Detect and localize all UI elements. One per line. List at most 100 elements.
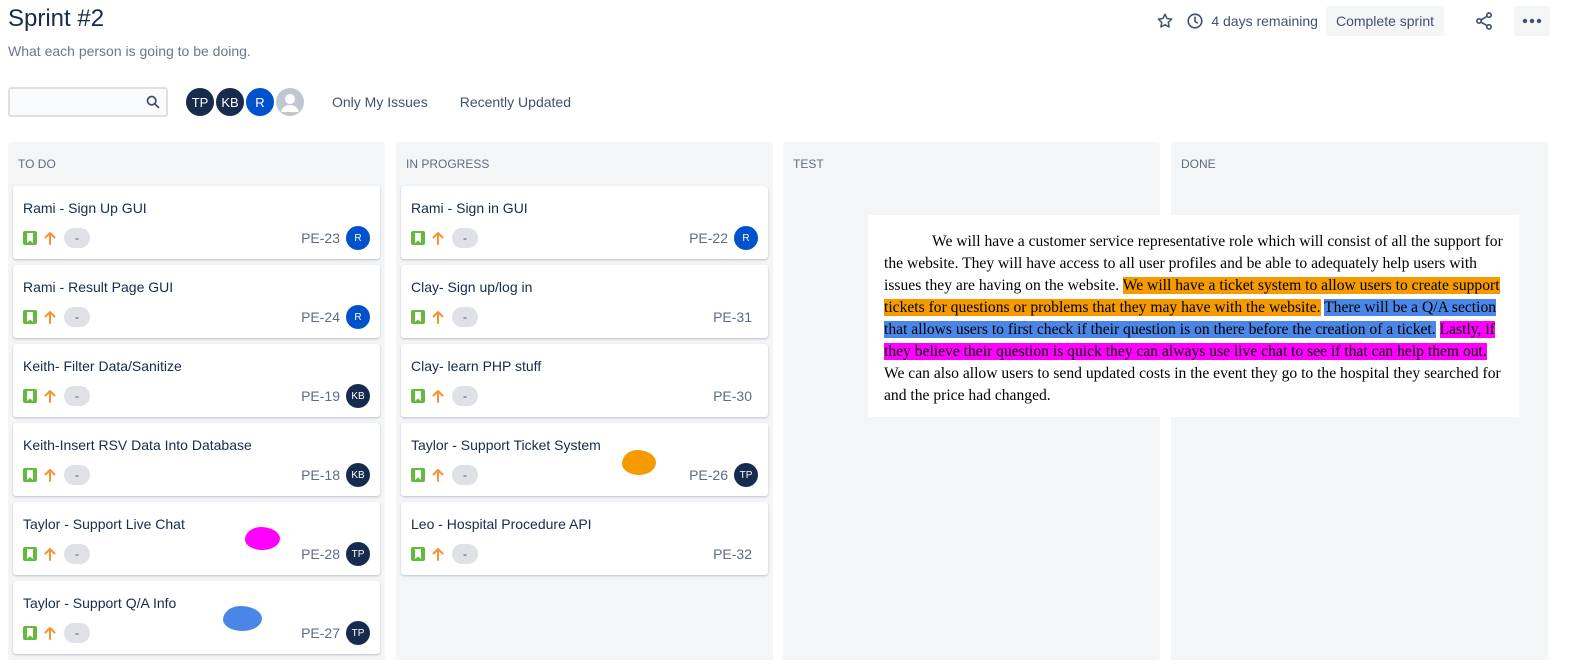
blue-scribble (223, 606, 262, 631)
card-title: Keith- Filter Data/Sanitize (23, 358, 182, 374)
avatar-tp[interactable]: TP (184, 86, 216, 118)
avatar-r[interactable]: R (244, 86, 276, 118)
story-icon (23, 310, 37, 324)
issue-card[interactable]: Clay- learn PHP stuff - PE-30 (401, 344, 768, 417)
story-icon (411, 310, 425, 324)
issue-card[interactable]: Taylor - Support Live Chat - PE-28 TP (13, 502, 380, 575)
column-title: TEST (793, 157, 824, 171)
issue-key[interactable]: PE-28 (301, 546, 340, 562)
column-title: DONE (1181, 157, 1216, 171)
magenta-scribble (245, 527, 280, 550)
story-icon (411, 389, 425, 403)
search-icon[interactable] (146, 95, 160, 109)
estimate-badge: - (452, 228, 478, 248)
card-footer: - PE-24 R (23, 305, 370, 329)
assignee-avatar[interactable]: TP (346, 621, 370, 645)
estimate-badge: - (64, 465, 90, 485)
card-footer: - PE-30 (411, 384, 758, 408)
issue-key[interactable]: PE-31 (713, 309, 752, 325)
star-icon[interactable] (1154, 10, 1176, 32)
orange-scribble (622, 450, 656, 475)
search-box (8, 87, 168, 117)
header-actions: 4 days remaining Complete sprint (1154, 5, 1550, 37)
card-footer: - PE-23 R (23, 226, 370, 250)
page-title: Sprint #2 (8, 5, 105, 32)
complete-sprint-button[interactable]: Complete sprint (1325, 6, 1444, 36)
issue-key[interactable]: PE-32 (713, 546, 752, 562)
page-subtitle: What each person is going to be doing. (8, 43, 251, 59)
issue-key[interactable]: PE-19 (301, 388, 340, 404)
estimate-badge: - (64, 386, 90, 406)
estimate-badge: - (452, 544, 478, 564)
story-icon (411, 468, 425, 482)
priority-high-icon (44, 625, 58, 641)
assignee-avatar[interactable]: R (734, 226, 758, 250)
days-remaining: 4 days remaining (1211, 13, 1318, 29)
card-footer: - PE-31 (411, 305, 758, 329)
estimate-badge: - (452, 307, 478, 327)
story-icon (23, 231, 37, 245)
estimate-badge: - (64, 544, 90, 564)
priority-high-icon (44, 467, 58, 483)
assignee-avatar[interactable]: R (346, 305, 370, 329)
issue-key[interactable]: PE-30 (713, 388, 752, 404)
estimate-badge: - (64, 228, 90, 248)
card-title: Leo - Hospital Procedure API (411, 516, 592, 532)
card-footer: - PE-28 TP (23, 542, 370, 566)
issue-key[interactable]: PE-27 (301, 625, 340, 641)
issue-card[interactable]: Rami - Sign in GUI - PE-22 R (401, 186, 768, 259)
card-title: Taylor - Support Q/A Info (23, 595, 177, 611)
person-icon (281, 94, 299, 112)
issue-card[interactable]: Clay- Sign up/log in - PE-31 (401, 265, 768, 338)
issue-card[interactable]: Taylor - Support Ticket System - PE-26 T… (401, 423, 768, 496)
share-icon[interactable] (1470, 7, 1498, 35)
priority-high-icon (432, 388, 446, 404)
priority-high-icon (432, 467, 446, 483)
issue-card[interactable]: Keith- Filter Data/Sanitize - PE-19 KB (13, 344, 380, 417)
filter-only-my-issues[interactable]: Only My Issues (332, 94, 428, 110)
note-text: We can also allow users to send updated … (884, 365, 1501, 404)
estimate-badge: - (64, 623, 90, 643)
issue-key[interactable]: PE-24 (301, 309, 340, 325)
priority-high-icon (432, 546, 446, 562)
avatar-kb[interactable]: KB (214, 86, 246, 118)
issue-key[interactable]: PE-18 (301, 467, 340, 483)
card-footer: - PE-19 KB (23, 384, 370, 408)
issue-card[interactable]: Taylor - Support Q/A Info - PE-27 TP (13, 581, 380, 654)
card-title: Clay- learn PHP stuff (411, 358, 542, 374)
card-title: Keith-Insert RSV Data Into Database (23, 437, 252, 453)
note-paragraph: We will have a customer service represen… (884, 231, 1503, 407)
assignee-avatar[interactable]: KB (346, 463, 370, 487)
issue-card[interactable]: Leo - Hospital Procedure API - PE-32 (401, 502, 768, 575)
more-icon[interactable] (1514, 6, 1550, 36)
assignee-avatar[interactable]: TP (734, 463, 758, 487)
card-footer: - PE-22 R (411, 226, 758, 250)
card-title: Rami - Sign Up GUI (23, 200, 147, 216)
column-todo: TO DO Rami - Sign Up GUI - PE-23 R Rami … (8, 142, 385, 660)
issue-key[interactable]: PE-22 (689, 230, 728, 246)
issue-card[interactable]: Rami - Sign Up GUI - PE-23 R (13, 186, 380, 259)
column-title: TO DO (18, 157, 56, 171)
avatar-filter-group: TP KB R (184, 86, 306, 118)
priority-high-icon (44, 546, 58, 562)
issue-key[interactable]: PE-26 (689, 467, 728, 483)
assignee-avatar[interactable]: TP (346, 542, 370, 566)
column-title: IN PROGRESS (406, 157, 490, 171)
card-title: Taylor - Support Live Chat (23, 516, 185, 532)
search-input[interactable] (10, 89, 140, 115)
estimate-badge: - (64, 307, 90, 327)
priority-high-icon (432, 230, 446, 246)
assignee-avatar[interactable]: KB (346, 384, 370, 408)
board-toolbar: TP KB R Only My Issues Recently Updated (8, 86, 571, 118)
issue-card[interactable]: Rami - Result Page GUI - PE-24 R (13, 265, 380, 338)
card-footer: - PE-26 TP (411, 463, 758, 487)
card-title: Rami - Sign in GUI (411, 200, 528, 216)
avatar-unassigned[interactable] (274, 86, 306, 118)
estimate-badge: - (452, 465, 478, 485)
filter-recently-updated[interactable]: Recently Updated (460, 94, 571, 110)
card-footer: - PE-32 (411, 542, 758, 566)
issue-key[interactable]: PE-23 (301, 230, 340, 246)
assignee-avatar[interactable]: R (346, 226, 370, 250)
issue-card[interactable]: Keith-Insert RSV Data Into Database - PE… (13, 423, 380, 496)
story-icon (23, 626, 37, 640)
